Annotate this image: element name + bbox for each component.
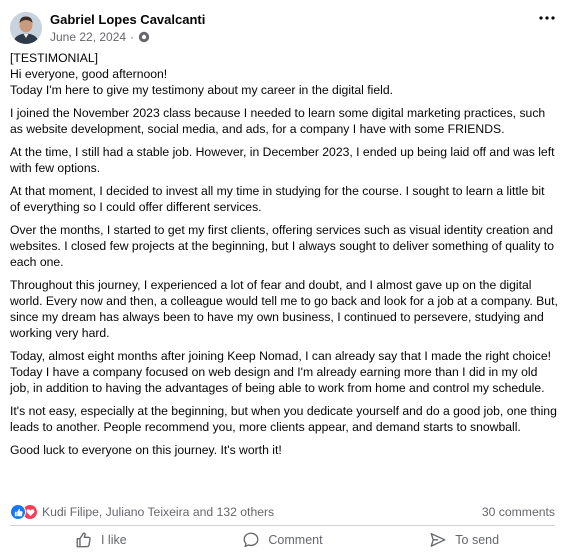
post-paragraph: Throughout this journey, I experienced a…: [10, 278, 558, 340]
post-body: [TESTIMONIAL] Hi everyone, good afternoo…: [10, 50, 558, 465]
post-paragraph: Hi everyone, good afternoon!: [10, 67, 168, 81]
send-button-label: To send: [455, 532, 500, 547]
comment-icon: [243, 532, 259, 547]
author-avatar[interactable]: [10, 12, 42, 44]
post-card: Gabriel Lopes Cavalcanti June 22, 2024 ·…: [0, 0, 565, 555]
globe-icon: [138, 31, 150, 43]
like-icon: [10, 504, 26, 520]
post-paragraph: At the time, I still had a stable job. H…: [10, 145, 555, 175]
send-button[interactable]: To send: [373, 526, 555, 553]
like-button[interactable]: I like: [10, 526, 192, 553]
post-paragraph: Today I'm here to give my testimony abou…: [10, 83, 394, 97]
date-separator: ·: [130, 29, 135, 44]
author-name[interactable]: Gabriel Lopes Cavalcanti: [50, 12, 205, 28]
post-paragraph: Today, almost eight months after joining…: [10, 349, 552, 395]
post-actions-bar: I like Comment To send: [10, 526, 555, 553]
reactions-summary-row: Kudi Filipe, Juliano Teixeira and 132 ot…: [10, 503, 555, 521]
post-paragraph: Over the months, I started to get my fir…: [10, 223, 555, 269]
post-paragraph: Good luck to everyone on this journey. I…: [10, 443, 282, 457]
thumbs-up-icon: [76, 531, 91, 547]
more-options-button[interactable]: [535, 6, 559, 30]
like-button-label: I like: [100, 532, 127, 547]
post-intro: [TESTIMONIAL] Hi everyone, good afternoo…: [10, 50, 558, 98]
reaction-icons: [10, 504, 38, 520]
post-date[interactable]: June 22, 2024: [50, 29, 126, 45]
comment-button-label: Comment: [268, 532, 323, 547]
send-icon: [430, 532, 446, 547]
post-paragraph: [TESTIMONIAL]: [10, 51, 99, 65]
reactions-left[interactable]: Kudi Filipe, Juliano Teixeira and 132 ot…: [10, 504, 274, 520]
post-paragraph: At that moment, I decided to invest all …: [10, 184, 545, 214]
reactions-summary-text: Kudi Filipe, Juliano Teixeira and 132 ot…: [42, 505, 275, 519]
post-header: Gabriel Lopes Cavalcanti June 22, 2024 ·: [10, 10, 555, 46]
comment-button[interactable]: Comment: [192, 526, 374, 553]
comments-count[interactable]: 30 comments: [482, 505, 555, 519]
more-horizontal-icon: [539, 16, 555, 20]
post-date-row: June 22, 2024 ·: [50, 29, 205, 45]
post-paragraph: I joined the November 2023 class because…: [10, 106, 546, 136]
post-paragraph: It's not easy, especially at the beginni…: [10, 404, 557, 434]
post-meta: Gabriel Lopes Cavalcanti June 22, 2024 ·: [50, 12, 205, 45]
